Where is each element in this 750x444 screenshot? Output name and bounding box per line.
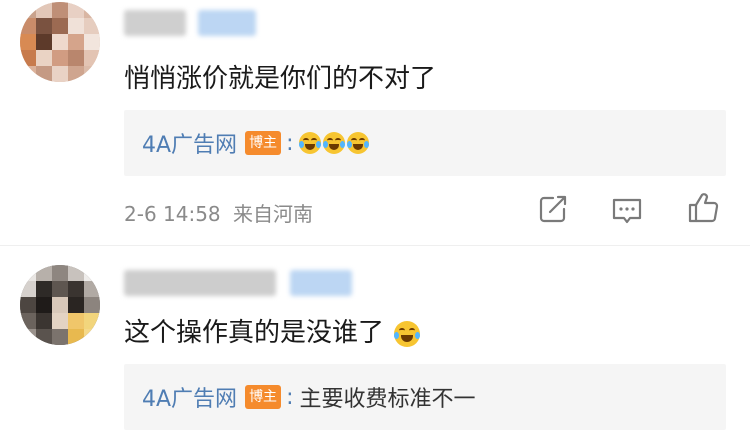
blogger-badge: 博主	[245, 131, 282, 155]
avatar[interactable]	[20, 2, 100, 82]
reply-author-link[interactable]: 4A广告网	[142, 127, 237, 159]
location: 来自河南	[233, 202, 314, 226]
reply-colon: :	[286, 384, 294, 410]
divider	[0, 245, 750, 246]
blogger-badge: 博主	[245, 385, 282, 409]
reply-text: 主要收费标准不一	[299, 387, 476, 412]
username[interactable]	[124, 270, 276, 296]
comment-item: 这个操作真的是没谁了 4A广告网 博主 : 主要收费标准不一	[0, 250, 750, 444]
laugh-cry-emoji	[323, 132, 346, 154]
reply-colon: :	[286, 130, 294, 156]
laugh-cry-emoji	[394, 320, 421, 347]
username[interactable]	[124, 10, 186, 36]
comment-text-label: 这个操作真的是没谁了	[124, 318, 385, 348]
laugh-cry-emoji	[299, 132, 322, 154]
user-badge	[290, 270, 352, 296]
comment-text: 悄悄涨价就是你们的不对了	[124, 64, 437, 94]
share-edit-icon[interactable]	[536, 192, 570, 226]
comment-item: 悄悄涨价就是你们的不对了 4A广告网 博主 : 2-6 14:58 来自河南	[0, 0, 750, 250]
timestamp: 2-6 14:58	[124, 202, 221, 226]
reply-author-link[interactable]: 4A广告网	[142, 381, 237, 413]
user-badge	[198, 10, 256, 36]
comment-text: 这个操作真的是没谁了	[124, 312, 422, 349]
reply-box[interactable]: 4A广告网 博主 : 主要收费标准不一	[124, 364, 726, 430]
comment-meta: 2-6 14:58 来自河南	[124, 198, 313, 227]
laugh-cry-emoji	[347, 132, 370, 154]
avatar[interactable]	[20, 265, 100, 345]
comment-icon[interactable]	[610, 194, 644, 228]
reply-box[interactable]: 4A广告网 博主 :	[124, 110, 726, 176]
thumbs-up-icon[interactable]	[686, 191, 720, 225]
